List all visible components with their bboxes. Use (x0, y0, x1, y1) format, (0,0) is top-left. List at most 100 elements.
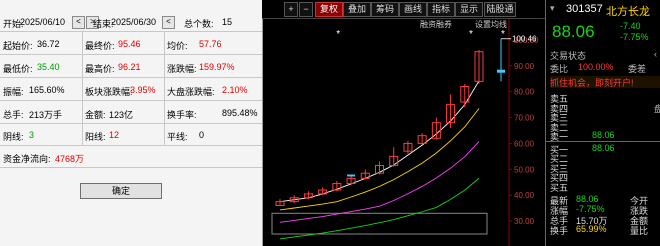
diff-label: 委差 (628, 64, 647, 74)
stat-value: 3 (29, 130, 35, 140)
selection-range-box (271, 212, 488, 235)
stat-label: 量比 (630, 226, 649, 236)
stat-label: 最高价: (85, 64, 115, 74)
stat-value: 95.46 (118, 39, 141, 49)
stat-label: 最低价: (3, 64, 33, 74)
collapse-icon[interactable]: ‹ (654, 49, 657, 59)
y-tick-label: 40.00 (514, 191, 535, 200)
toolbar-button[interactable]: 筹码 (371, 2, 399, 17)
stat-value: 12 (109, 130, 120, 140)
stat-label: 平线: (167, 132, 188, 142)
y-tick-label: 50.00 (514, 165, 535, 174)
last-price: 88.06 (552, 22, 595, 41)
ratio-value: 100.00% (578, 62, 614, 72)
stat-value: 123亿 (109, 110, 134, 120)
high-annotation-label: 100.46 (512, 35, 537, 44)
ok-button[interactable]: 确定 (80, 183, 162, 199)
stat-label: 振幅: (3, 87, 24, 97)
y-tick-label: 90.00 (514, 62, 535, 71)
start-date: 2025/06/10 (20, 17, 66, 27)
y-tick-label: 30.00 (514, 217, 535, 226)
toolbar-button[interactable]: 画线 (399, 2, 427, 17)
moving-average-line (279, 108, 480, 211)
stat-label: 板块涨跌幅: (85, 87, 133, 97)
stock-name: 北方长龙 (606, 6, 650, 18)
stat-label: 阴线: (3, 132, 24, 142)
toolbar-button[interactable]: 显示 (455, 2, 483, 17)
y-tick-label: 60.00 (514, 139, 535, 148)
moving-average-line (279, 80, 480, 203)
menu-icon[interactable]: ▾ (550, 3, 555, 14)
quote-panel: ▾ 301357 北方长龙 88.06 -7.40 -7.75% 交易状态 ‹ … (545, 0, 660, 246)
divider (164, 31, 165, 145)
stat-label: 最终价: (85, 41, 115, 51)
book-divider (546, 140, 660, 142)
divider (0, 77, 262, 78)
kline-chart[interactable]: 100.0090.0080.0070.0060.0050.0040.0030.0… (262, 19, 545, 246)
toolbar-button[interactable]: 复权 (315, 2, 343, 17)
ratio-label: 委比 (550, 64, 569, 74)
zoom-out-button[interactable]: − (299, 2, 313, 17)
stat-label: 均价: (167, 41, 188, 51)
stat-label: 涨跌幅: (167, 64, 197, 74)
stat-value: 0 (199, 130, 205, 140)
stat-label: 总手: (3, 110, 24, 120)
y-tick-label: 70.00 (514, 114, 535, 123)
divider (0, 54, 262, 55)
divider (82, 31, 83, 145)
toolbar-button[interactable]: 陆股通 (484, 2, 516, 17)
divider (0, 123, 262, 124)
bid-price: 88.06 (592, 142, 615, 153)
divider (0, 100, 262, 101)
moving-average-line (279, 141, 480, 223)
stat-value: 165.60% (29, 85, 65, 95)
promo-banner[interactable]: 抓住机会，即刻开户! (550, 76, 660, 88)
toolbar-button[interactable]: 指标 (427, 2, 455, 17)
price-change-pct: -7.75% (620, 32, 649, 42)
event-star-icon: * (469, 29, 473, 40)
stat-value: 3.95% (130, 85, 156, 95)
stat-label: 换手率: (167, 110, 197, 120)
side-label: 盘 (654, 104, 660, 114)
end-date: 2025/06/30 (111, 17, 157, 27)
bid-label: 买五 (550, 182, 569, 193)
stat-label: 阳线: (85, 132, 106, 142)
stat-value: 213万手 (29, 110, 63, 120)
stat-label: 换手 (550, 226, 569, 236)
stat-value: 57.76 (199, 39, 222, 49)
marker-bar (347, 174, 356, 177)
moving-average-line (279, 177, 480, 240)
price-change: -7.40 (620, 21, 641, 31)
divider (0, 31, 262, 32)
stat-value: 2.10% (222, 85, 248, 95)
stat-value: 36.72 (37, 39, 60, 49)
divider (0, 145, 262, 146)
stat-label: 金额: (85, 110, 106, 120)
stat-label: 大盘涨跌幅: (167, 87, 215, 97)
stat-label: 资金净流向: (3, 154, 51, 164)
stat-value: 159.97% (199, 62, 235, 72)
chart-toolbar: + − 复权 叠加 筹码 画线 指标 显示 陆股通 (262, 0, 545, 19)
zoom-in-button[interactable]: + (284, 2, 298, 17)
stat-value: 895.48% (222, 108, 258, 118)
trade-status-title: 交易状态 (550, 51, 587, 61)
toolbar-button[interactable]: 叠加 (343, 2, 371, 17)
range-stats-dialog: 开始: 2025/06/10 < > 结束: 2025/06/30 < 总个数:… (0, 0, 263, 246)
y-tick-label: 80.00 (514, 88, 535, 97)
stat-value: 65.99% (576, 224, 607, 234)
total-label: 总个数: (184, 19, 214, 29)
stat-value: -7.75% (576, 204, 605, 214)
current-candle-body (497, 69, 505, 73)
stat-value: 4768万 (55, 154, 85, 164)
stat-value: 35.40 (37, 62, 60, 72)
stat-value: 96.21 (118, 62, 141, 72)
stat-label: 起始价: (3, 41, 33, 51)
stock-code: 301357 (566, 3, 603, 15)
stat-value: 88.06 (576, 194, 599, 204)
event-star-icon: * (336, 29, 340, 40)
prev-button[interactable]: < (72, 16, 85, 29)
prev-end-button[interactable]: < (162, 16, 175, 29)
ask-price: 88.06 (592, 130, 615, 140)
total-value: 15 (222, 17, 233, 27)
event-star-icon: * (501, 29, 505, 40)
